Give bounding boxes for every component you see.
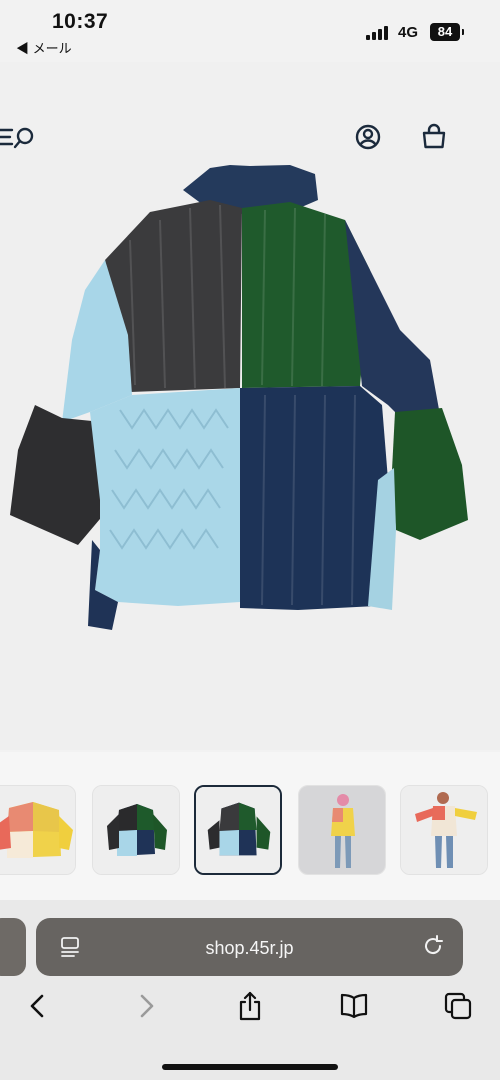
signal-icon [366, 24, 390, 40]
back-icon[interactable] [22, 990, 54, 1022]
back-to-mail-link[interactable]: ◀ メール [16, 38, 72, 57]
thumbnail-5[interactable] [400, 785, 488, 875]
reload-icon[interactable] [421, 934, 445, 958]
network-type: 4G [398, 24, 419, 41]
share-icon[interactable] [234, 990, 266, 1022]
thumbnail-3-selected[interactable] [194, 785, 282, 875]
thumbnail-2[interactable] [92, 785, 180, 875]
status-time: 10:37 [52, 10, 109, 33]
forward-icon[interactable] [130, 990, 162, 1022]
url-text[interactable]: shop.45r.jp [36, 938, 463, 959]
menu-search-icon[interactable] [0, 124, 40, 150]
address-bar[interactable]: shop.45r.jp [36, 918, 463, 976]
browser-toolbar: shop.45r.jp [0, 900, 500, 1080]
account-icon[interactable] [354, 123, 382, 151]
tabs-icon[interactable] [442, 990, 474, 1022]
bookmarks-icon[interactable] [338, 990, 370, 1022]
thumbnail-strip [0, 752, 500, 902]
product-image[interactable] [0, 150, 500, 750]
home-indicator [162, 1064, 338, 1070]
status-bar: 10:37 ◀ メール 4G 84 [0, 0, 500, 62]
thumbnail-4[interactable] [298, 785, 386, 875]
battery-level: 84 [430, 23, 464, 41]
thumbnail-1[interactable] [0, 785, 76, 875]
cart-icon[interactable] [420, 123, 448, 151]
previous-tab-preview[interactable] [0, 918, 26, 976]
